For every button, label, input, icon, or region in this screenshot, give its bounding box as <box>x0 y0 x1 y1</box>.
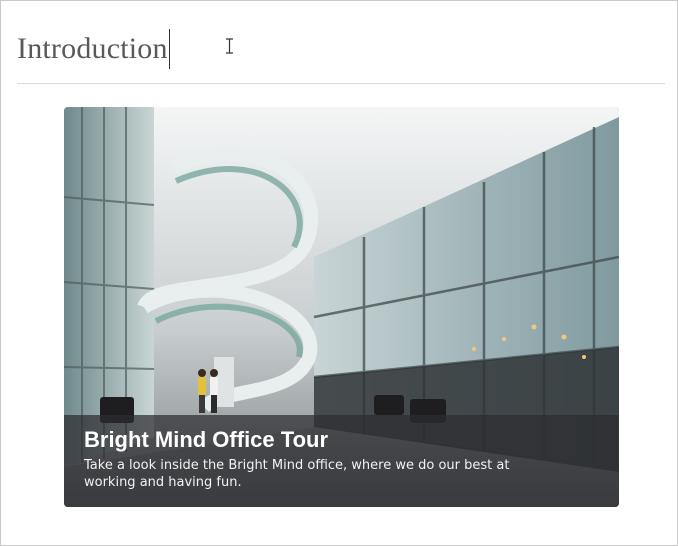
card-title: Bright Mind Office Tour <box>84 427 329 452</box>
heading-field[interactable]: Introduction <box>17 27 170 71</box>
editor-frame: Introduction Bright Mind Office Tour Tak… <box>0 0 678 546</box>
text-caret <box>168 29 170 69</box>
media-card[interactable]: Bright Mind Office Tour Take a look insi… <box>64 107 619 507</box>
page-heading[interactable]: Introduction <box>17 32 168 66</box>
card-description: Take a look inside the Bright Mind offic… <box>84 458 510 490</box>
text-cursor-icon <box>226 38 233 54</box>
heading-divider <box>17 83 665 84</box>
